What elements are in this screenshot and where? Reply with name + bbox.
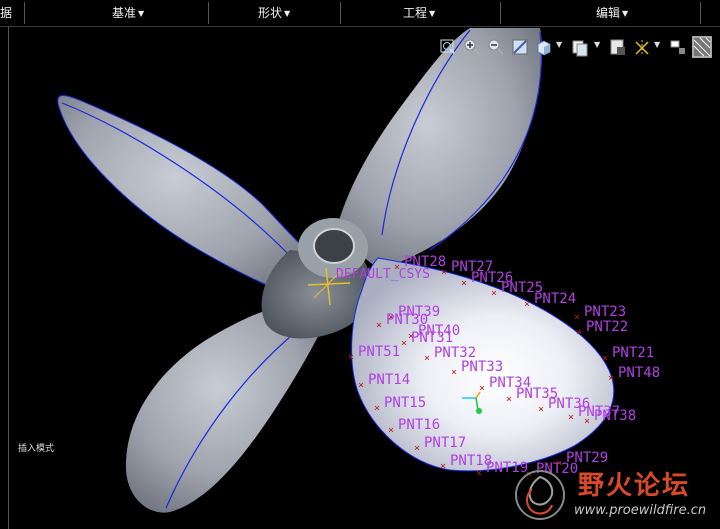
- datum-point-marker-icon: ×: [461, 278, 467, 289]
- menu-separator: [700, 2, 701, 24]
- caret-down-icon[interactable]: ▼: [654, 40, 660, 49]
- datum-point-marker-icon: ×: [608, 373, 614, 384]
- datum-point-marker-icon: ×: [394, 262, 400, 273]
- zoom-fit-icon[interactable]: [438, 36, 458, 58]
- datum-point-label: PNT23: [584, 304, 626, 320]
- flower-logo-icon: [515, 470, 565, 520]
- datum-point-marker-icon: ×: [348, 352, 354, 363]
- menu-separator: [340, 2, 341, 24]
- menu-shapes[interactable]: 形状 ▼: [258, 0, 290, 26]
- datum-point-marker-icon: ×: [414, 443, 420, 454]
- datum-point-marker-icon: ×: [440, 461, 446, 472]
- datum-point-marker-icon: ×: [506, 394, 512, 405]
- caret-down-icon: ▼: [284, 8, 291, 18]
- caret-down-icon[interactable]: ▼: [594, 40, 600, 49]
- graphics-viewport[interactable]: DEFAULT_CSYS × PNT28× PNT27× PNT26× PNT25× PN…: [9, 27, 720, 529]
- datum-point-marker-icon: ×: [574, 312, 580, 323]
- forum-watermark: 野火论坛 www.proewildfire.cn: [508, 463, 720, 529]
- datum-point-marker-icon: ×: [376, 320, 382, 331]
- datum-point-marker-icon: ×: [476, 468, 482, 479]
- menu-separator: [24, 2, 25, 24]
- datum-point-label: PNT21: [612, 345, 654, 361]
- datum-point-marker-icon: ×: [479, 383, 485, 394]
- datum-point-label: PNT17: [424, 435, 466, 451]
- watermark-url: www.proewildfire.cn: [574, 503, 707, 518]
- datum-display-icon[interactable]: [632, 36, 652, 58]
- datum-point-label: PNT33: [461, 359, 503, 375]
- datum-point-marker-icon: ×: [524, 299, 530, 310]
- datum-point-marker-icon: ×: [441, 267, 447, 278]
- menu-data[interactable]: 据: [0, 0, 12, 26]
- menu-bar: 据 基准 ▼ 形状 ▼ 工程 ▼ 编辑 ▼: [0, 0, 720, 27]
- datum-point-label: PNT48: [618, 365, 660, 381]
- model-tree-panel-edge[interactable]: [0, 27, 9, 529]
- datum-point-label: PNT16: [398, 417, 440, 433]
- zoom-out-icon[interactable]: [486, 36, 506, 58]
- datum-point-marker-icon: ×: [568, 412, 574, 423]
- datum-point-marker-icon: ×: [602, 353, 608, 364]
- status-mode-text: 插入模式: [18, 444, 55, 454]
- datum-point-label: PNT28: [404, 254, 446, 270]
- spin-center-icon[interactable]: [668, 36, 688, 58]
- datum-point-label: PNT38: [594, 408, 636, 424]
- datum-point-label: PNT51: [358, 344, 400, 360]
- display-style-icon[interactable]: [570, 36, 590, 58]
- zoom-in-icon[interactable]: [462, 36, 482, 58]
- datum-point[interactable]: × PNT22: [576, 319, 628, 338]
- datum-point-marker-icon: ×: [538, 404, 544, 415]
- datum-point-label: PNT14: [368, 372, 410, 388]
- caret-down-icon: ▼: [429, 8, 436, 18]
- menu-separator: [500, 2, 501, 24]
- datum-point[interactable]: × PNT48: [608, 365, 660, 384]
- saved-views-icon[interactable]: [534, 36, 554, 58]
- datum-point[interactable]: × PNT21: [602, 345, 654, 364]
- view-manager-icon[interactable]: [608, 36, 628, 58]
- menu-engineering[interactable]: 工程 ▼: [403, 0, 435, 26]
- caret-down-icon[interactable]: ▼: [556, 40, 562, 49]
- datum-point-marker-icon: ×: [401, 338, 407, 349]
- datum-point-marker-icon: ×: [584, 416, 590, 427]
- menu-separator: [208, 2, 209, 24]
- menu-editing[interactable]: 编辑 ▼: [596, 0, 628, 26]
- datum-point-marker-icon: ×: [451, 367, 457, 378]
- datum-point-marker-icon: ×: [374, 403, 380, 414]
- datum-point-label: PNT31: [411, 330, 453, 346]
- caret-down-icon: ▼: [138, 8, 145, 18]
- datum-point-marker-icon: ×: [424, 353, 430, 364]
- appearance-icon[interactable]: [692, 36, 712, 58]
- hub-bore-hole: [313, 228, 355, 264]
- propeller-blade-upper-right: [335, 28, 543, 270]
- menu-datum[interactable]: 基准 ▼: [112, 0, 144, 26]
- datum-point-marker-icon: ×: [358, 380, 364, 391]
- datum-point-marker-icon: ×: [388, 425, 394, 436]
- datum-point-label: PNT15: [384, 395, 426, 411]
- datum-point-marker-icon: ×: [576, 327, 582, 338]
- datum-point-label: PNT24: [534, 291, 576, 307]
- watermark-title: 野火论坛: [578, 471, 691, 501]
- datum-point-label: PNT22: [586, 319, 628, 335]
- repaint-icon[interactable]: [510, 36, 530, 58]
- caret-down-icon: ▼: [622, 8, 629, 18]
- datum-point-marker-icon: ×: [491, 288, 497, 299]
